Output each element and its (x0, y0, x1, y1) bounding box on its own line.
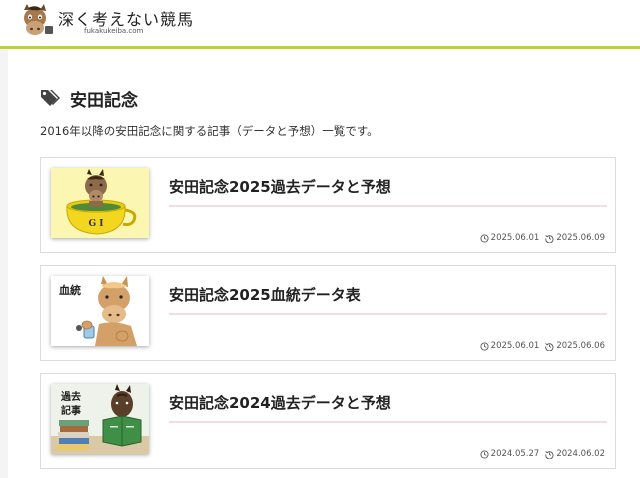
article-title-link[interactable]: 安田記念2025血統データ表 (169, 284, 361, 305)
article-card[interactable]: 過去記事 安田記念2024過去データと予想 2024.05.27 2024.06… (40, 373, 616, 469)
published-date-text: 2025.06.01 (490, 233, 540, 243)
thumb-label: 血統 (59, 283, 81, 297)
updated-date-text: 2024.06.02 (556, 449, 605, 459)
updated-date: 2025.06.06 (545, 341, 605, 351)
thumb-label: G I (88, 219, 103, 229)
article-dates: 2025.06.01 2025.06.06 (480, 341, 605, 351)
article-card[interactable]: G I 安田記念2025過去データと予想 2025.06.01 2025.06.… (40, 157, 616, 253)
horse-in-teacup-illustration: G I (51, 168, 149, 238)
article-dates: 2024.05.27 2024.06.02 (480, 449, 605, 459)
horse-with-cup-illustration: 血統 (51, 276, 149, 346)
updated-date-text: 2025.06.06 (556, 341, 605, 351)
article-card[interactable]: 血統 安田記念2025血統データ表 2025.06.01 2025.06.06 (40, 265, 616, 361)
published-date: 2025.06.01 (480, 341, 540, 351)
history-icon (545, 450, 554, 459)
site-header: 深く考えない競馬 fukakukeiba.com (0, 0, 640, 46)
article-thumbnail[interactable]: G I (51, 168, 149, 238)
site-url: fukakukeiba.com (84, 27, 144, 35)
page-title: 安田記念 (70, 90, 138, 111)
history-icon (545, 342, 554, 351)
page-description: 2016年以降の安田記念に関する記事（データと予想）一覧です。 (40, 124, 379, 138)
title-divider (169, 313, 607, 315)
updated-date: 2024.06.02 (545, 449, 605, 459)
article-thumbnail[interactable]: 血統 (51, 276, 149, 346)
updated-date-text: 2025.06.09 (556, 233, 605, 243)
published-date-text: 2025.06.01 (490, 341, 540, 351)
article-thumbnail[interactable]: 過去記事 (51, 384, 149, 454)
title-divider (169, 205, 607, 207)
article-title-link[interactable]: 安田記念2025過去データと予想 (169, 176, 391, 197)
clock-icon (480, 233, 489, 243)
published-date-text: 2024.05.27 (490, 449, 540, 459)
updated-date: 2025.06.09 (545, 233, 605, 243)
title-divider (169, 421, 607, 423)
article-title-link[interactable]: 安田記念2024過去データと予想 (169, 392, 391, 413)
history-icon (545, 234, 554, 243)
page-heading: 安田記念 (40, 86, 138, 111)
article-dates: 2025.06.01 2025.06.09 (480, 233, 605, 243)
published-date: 2024.05.27 (480, 449, 540, 459)
published-date: 2025.06.01 (480, 233, 540, 243)
horse-head-logo-icon (24, 4, 53, 35)
horse-reading-book-illustration: 過去記事 (51, 384, 149, 454)
clock-icon (480, 449, 489, 459)
clock-icon (480, 341, 489, 351)
tags-icon (41, 90, 60, 106)
